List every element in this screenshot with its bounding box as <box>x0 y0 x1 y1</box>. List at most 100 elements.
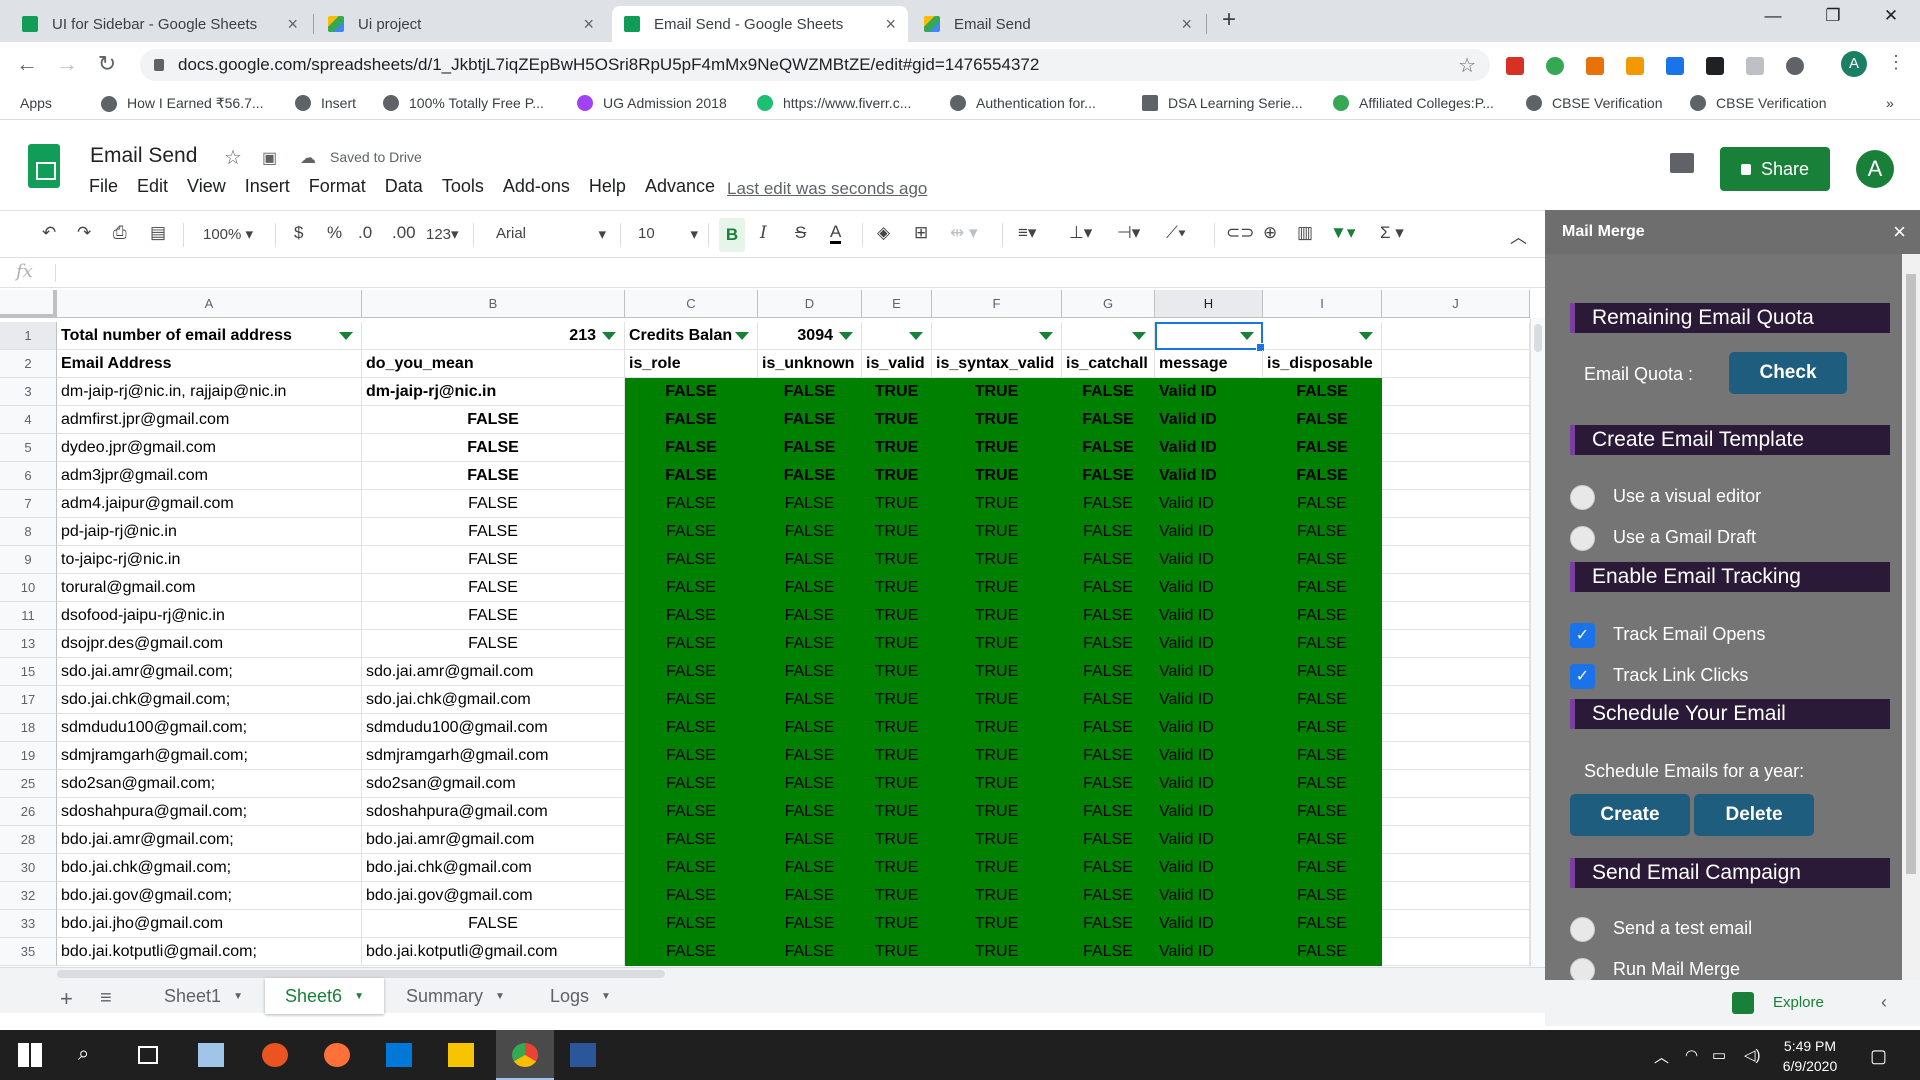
file-explorer-icon[interactable] <box>448 1043 474 1067</box>
windows-start-icon[interactable] <box>18 1043 44 1067</box>
result-cell[interactable]: FALSE <box>1062 742 1155 770</box>
column-label-cell[interactable]: is_role <box>625 350 758 378</box>
text-wrap-icon[interactable]: ⊣▾ <box>1117 223 1140 243</box>
result-cell[interactable]: FALSE <box>758 434 862 462</box>
result-cell[interactable]: Valid ID <box>1155 854 1263 882</box>
result-cell[interactable]: Valid ID <box>1155 938 1263 966</box>
result-cell[interactable]: TRUE <box>862 462 932 490</box>
result-cell[interactable]: FALSE <box>1062 658 1155 686</box>
empty-cell[interactable] <box>1382 322 1530 350</box>
result-cell[interactable]: TRUE <box>862 742 932 770</box>
result-cell[interactable]: TRUE <box>932 714 1062 742</box>
result-cell[interactable]: FALSE <box>1263 574 1382 602</box>
row-header[interactable]: 11 <box>0 602 57 630</box>
last-edit-link[interactable]: Last edit was seconds ago <box>727 179 927 199</box>
result-cell[interactable]: FALSE <box>1062 938 1155 966</box>
bold-button[interactable]: B <box>719 218 745 252</box>
test-email-radio[interactable] <box>1570 917 1595 942</box>
email-cell[interactable]: dsofood-jaipu-rj@nic.in <box>57 602 362 630</box>
restore-icon[interactable]: ❐ <box>1810 6 1856 26</box>
empty-cell[interactable] <box>1382 602 1530 630</box>
result-cell[interactable]: FALSE <box>1062 826 1155 854</box>
word-icon[interactable] <box>570 1043 596 1067</box>
notifications-icon[interactable]: ▢ <box>1870 1046 1887 1067</box>
row-header[interactable]: 4 <box>0 406 57 434</box>
empty-cell[interactable] <box>1382 882 1530 910</box>
result-cell[interactable]: FALSE <box>1263 546 1382 574</box>
result-cell[interactable]: FALSE <box>1263 826 1382 854</box>
result-cell[interactable]: FALSE <box>1263 406 1382 434</box>
empty-cell[interactable] <box>1382 518 1530 546</box>
bookmark-item[interactable]: CBSE Verification <box>1526 95 1663 111</box>
column-label-cell[interactable]: do_you_mean <box>362 350 625 378</box>
extension-icon[interactable] <box>1746 57 1764 75</box>
result-cell[interactable]: FALSE <box>1062 378 1155 406</box>
row-header[interactable]: 2 <box>0 350 57 378</box>
do-you-mean-cell[interactable]: sdo.jai.chk@gmail.com <box>362 686 625 714</box>
vertical-align-icon[interactable]: ⊥▾ <box>1069 223 1092 243</box>
sheet-tab-sheet6[interactable]: Sheet6 ▼ <box>265 978 384 1014</box>
result-cell[interactable]: TRUE <box>932 630 1062 658</box>
result-cell[interactable]: FALSE <box>625 378 758 406</box>
email-cell[interactable]: dydeo.jpr@gmail.com <box>57 434 362 462</box>
do-you-mean-cell[interactable]: bdo.jai.chk@gmail.com <box>362 854 625 882</box>
explore-button[interactable]: Explore <box>1773 994 1824 1011</box>
extension-icon[interactable] <box>1626 57 1644 75</box>
fill-color-icon[interactable]: ◈ <box>877 223 890 243</box>
empty-cell[interactable] <box>1382 658 1530 686</box>
do-you-mean-cell[interactable]: sdmdudu100@gmail.com <box>362 714 625 742</box>
sidebar-scrollbar[interactable] <box>1902 254 1920 980</box>
result-cell[interactable]: FALSE <box>625 630 758 658</box>
menu-edit[interactable]: Edit <box>137 176 168 197</box>
do-you-mean-cell[interactable]: FALSE <box>362 546 625 574</box>
bookmark-item[interactable]: 100% Totally Free P... <box>383 95 544 111</box>
header-cell[interactable]: Total number of email address <box>57 322 362 350</box>
result-cell[interactable]: FALSE <box>1263 770 1382 798</box>
bookmark-item[interactable]: UG Admission 2018 <box>577 95 727 111</box>
row-header[interactable]: 1 <box>0 322 57 350</box>
increase-decimal-button[interactable]: .00 <box>392 223 416 243</box>
result-cell[interactable]: TRUE <box>932 434 1062 462</box>
email-cell[interactable]: sdmjramgarh@gmail.com; <box>57 742 362 770</box>
result-cell[interactable]: FALSE <box>1263 686 1382 714</box>
result-cell[interactable]: FALSE <box>1062 854 1155 882</box>
email-cell[interactable]: sdmdudu100@gmail.com; <box>57 714 362 742</box>
empty-cell[interactable] <box>1382 350 1530 378</box>
result-cell[interactable]: Valid ID <box>1155 518 1263 546</box>
column-label-cell[interactable]: is_catchall <box>1062 350 1155 378</box>
result-cell[interactable]: Valid ID <box>1155 602 1263 630</box>
result-cell[interactable]: TRUE <box>862 658 932 686</box>
result-cell[interactable]: TRUE <box>932 882 1062 910</box>
row-header[interactable]: 5 <box>0 434 57 462</box>
result-cell[interactable]: TRUE <box>862 938 932 966</box>
row-header[interactable]: 25 <box>0 770 57 798</box>
check-quota-button[interactable]: Check <box>1729 352 1847 394</box>
result-cell[interactable]: FALSE <box>1263 658 1382 686</box>
result-cell[interactable]: FALSE <box>1062 602 1155 630</box>
bookmark-item[interactable]: Insert <box>295 95 356 111</box>
close-tab-icon[interactable]: × <box>885 14 896 35</box>
result-cell[interactable]: TRUE <box>862 518 932 546</box>
result-cell[interactable]: FALSE <box>625 406 758 434</box>
extension-icon[interactable] <box>1586 57 1604 75</box>
result-cell[interactable]: FALSE <box>1062 630 1155 658</box>
email-cell[interactable]: bdo.jai.kotputli@gmail.com; <box>57 938 362 966</box>
row-header[interactable]: 8 <box>0 518 57 546</box>
menu-insert[interactable]: Insert <box>245 176 290 197</box>
result-cell[interactable]: FALSE <box>1062 686 1155 714</box>
empty-cell[interactable] <box>1382 378 1530 406</box>
vscode-icon[interactable] <box>386 1043 412 1067</box>
result-cell[interactable]: FALSE <box>1062 574 1155 602</box>
close-sidebar-icon[interactable]: × <box>1893 210 1906 254</box>
grid-vertical-scrollbar[interactable] <box>1530 318 1545 967</box>
borders-icon[interactable]: ⊞ <box>914 223 928 243</box>
result-cell[interactable]: FALSE <box>758 686 862 714</box>
result-cell[interactable]: FALSE <box>625 462 758 490</box>
email-cell[interactable]: bdo.jai.gov@gmail.com; <box>57 882 362 910</box>
result-cell[interactable]: TRUE <box>862 602 932 630</box>
merge-cells-icon[interactable]: ⇹ ▾ <box>950 223 978 243</box>
result-cell[interactable]: FALSE <box>758 742 862 770</box>
empty-cell[interactable] <box>1382 574 1530 602</box>
empty-cell[interactable] <box>1382 854 1530 882</box>
functions-button[interactable]: Σ ▾ <box>1380 223 1404 243</box>
